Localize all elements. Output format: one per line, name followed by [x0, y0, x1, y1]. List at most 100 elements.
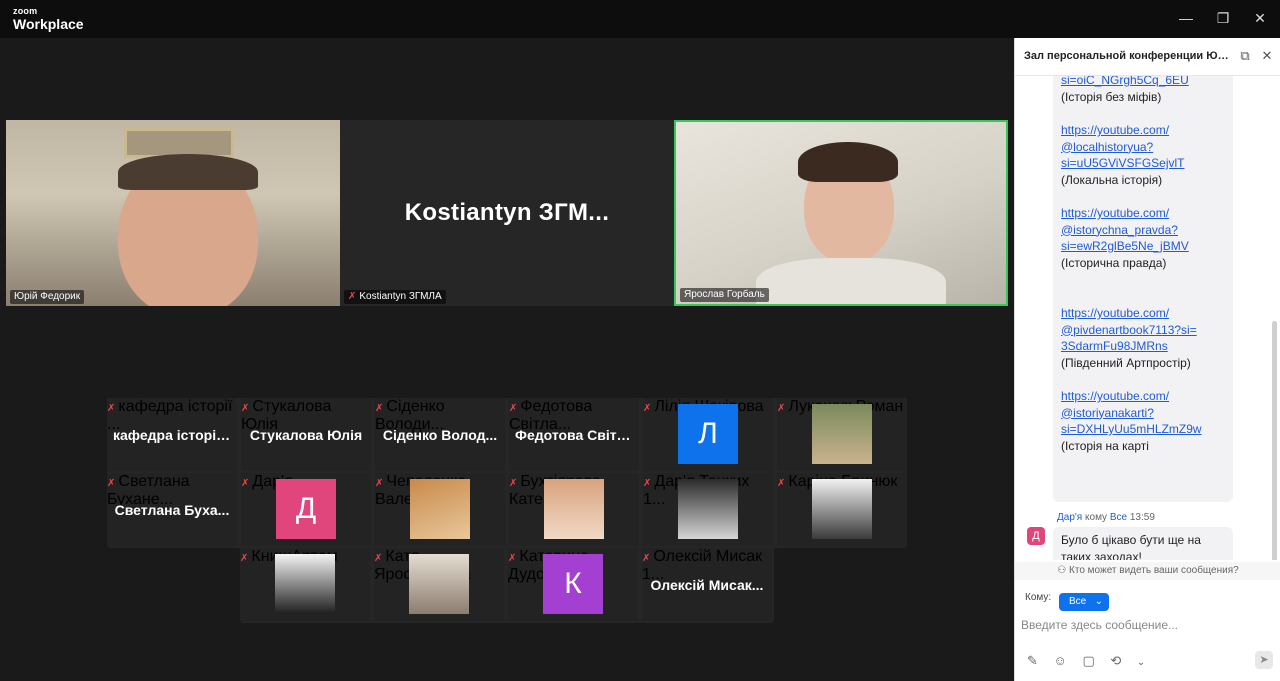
mic-muted-icon: ✗	[375, 403, 384, 414]
close-chat-icon[interactable]: ✕	[1259, 48, 1275, 64]
chat-link[interactable]: https://youtube.com/	[1061, 388, 1225, 405]
minimize-icon[interactable]: —	[1176, 8, 1196, 28]
chat-input[interactable]	[1021, 615, 1271, 635]
person-shirt	[756, 258, 946, 304]
screenshot-icon[interactable]: ⟲	[1110, 653, 1121, 668]
chat-link[interactable]: si=uU5GViVSFGSejvlT	[1061, 155, 1225, 172]
chat-text: (Південний Артпростір)	[1061, 355, 1191, 370]
person-hair	[798, 142, 898, 182]
gallery-grid: кафедра історії... ✗ кафедра історії ... …	[107, 398, 907, 548]
chat-link[interactable]: si=DXHLyUu5mHLZmZ9w	[1061, 421, 1225, 438]
mic-muted-icon: ✗	[374, 553, 383, 564]
participant-display-name: Олексій Мисак...	[650, 576, 764, 593]
message-to-text: кому	[1085, 512, 1108, 523]
emoji-icon[interactable]: ☺	[1054, 653, 1067, 668]
more-chevron-icon[interactable]: ⌄	[1137, 657, 1145, 668]
gallery-tile[interactable]: Стукалова Юлія ✗ Стукалова Юлія	[241, 398, 371, 471]
brand-big: Workplace	[13, 16, 84, 32]
avatar-photo	[544, 479, 604, 539]
mic-muted-icon: ✗	[509, 403, 518, 414]
gallery-tile[interactable]: Олексій Мисак... ✗ Олексій Мисак 1...	[642, 548, 772, 621]
person-hair	[118, 154, 258, 190]
chat-text: (Історія без міфів)	[1061, 89, 1162, 104]
gallery-tile[interactable]: ✗Лукашук Роман	[777, 398, 907, 471]
gallery-tile[interactable]: Л ✗Лілія Шакірова	[643, 398, 773, 471]
participant-name: Kostiantyn ЗГМЛА	[359, 291, 442, 302]
mic-muted-icon: ✗	[107, 403, 116, 414]
chat-header: Зал персональной конференции Юрі... ⧉ ✕	[1015, 38, 1280, 76]
mic-muted-icon: ✗	[375, 478, 384, 489]
gallery-tile[interactable]: Сіденко Волод... ✗ Сіденко Володи...	[375, 398, 505, 471]
recipient-dropdown[interactable]: Все ⌄	[1059, 593, 1109, 611]
participant-name: Ярослав Горбаль	[680, 288, 769, 302]
chat-link[interactable]: @pivdenartbook7113?si=	[1061, 322, 1225, 339]
mic-muted-icon: ✗	[107, 478, 116, 489]
chat-link[interactable]: @istorychna_pravda?	[1061, 222, 1225, 239]
gallery-tile[interactable]: ✗Дар'я Тонких 1...	[643, 473, 773, 546]
brand-small: zoom	[13, 6, 38, 16]
chat-link[interactable]: @localhistoryua?	[1061, 139, 1225, 156]
title-bar: zoom Workplace — ❐ ✕	[0, 0, 1280, 38]
to-label: Кому:	[1025, 592, 1052, 603]
who-can-see-link[interactable]: ⚇ Кто может видеть ваши сообщения?	[1015, 562, 1280, 580]
chat-link[interactable]: https://youtube.com/	[1061, 305, 1225, 322]
send-button[interactable]: ➤	[1255, 651, 1273, 669]
chat-scrollbar[interactable]	[1272, 321, 1277, 560]
avatar-photo	[812, 479, 872, 539]
chat-text: (Історія на карті	[1061, 438, 1149, 453]
avatar: Д	[1027, 527, 1045, 545]
gallery-tile[interactable]: ✗Бухтіярова Кате...	[509, 473, 639, 546]
avatar: Л	[678, 404, 738, 464]
mic-muted-icon: ✗	[643, 403, 652, 414]
gallery-tile[interactable]: ✗Каріна Бринюк	[777, 473, 907, 546]
mic-muted-icon: ✗	[643, 478, 652, 489]
chat-link[interactable]: @istoriyanakarti?	[1061, 405, 1225, 422]
file-icon[interactable]: ▢	[1082, 653, 1094, 668]
message-bubble: Було б цікаво бути ще на таких заходах!	[1053, 527, 1233, 560]
gallery-tile[interactable]: ✗КнишАртем	[240, 548, 370, 621]
participant-display-name: Стукалова Юлія	[249, 426, 363, 443]
gallery-tile[interactable]: К ✗Катерина Дудор...	[508, 548, 638, 621]
video-tile-speaker-2[interactable]: Kostiantyn ЗГМ... ✗ Kostiantyn ЗГМЛА	[340, 120, 674, 306]
message-sender[interactable]: Дар'я	[1057, 512, 1082, 523]
gallery-tile[interactable]: ✗Катя Ярославська	[374, 548, 504, 621]
close-window-icon[interactable]: ✕	[1250, 8, 1270, 28]
mic-muted-icon: ✗	[348, 291, 357, 302]
chat-link[interactable]: https://youtube.com/	[1061, 205, 1225, 222]
mic-muted-icon: ✗	[508, 553, 517, 564]
message-recipient[interactable]: Все	[1110, 512, 1127, 523]
chat-link[interactable]: si=ewR2glBe5Ne_jBMV	[1061, 238, 1225, 255]
participant-display-name: Kostiantyn ЗГМ...	[404, 199, 610, 226]
chat-messages[interactable]: si=oiC_NGrgh5Cq_6EU (Історія без міфів) …	[1015, 76, 1280, 560]
video-tile-speaker-3-active[interactable]: Ярослав Горбаль	[674, 120, 1008, 306]
avatar-photo	[812, 404, 872, 464]
gallery-tile[interactable]: Федотова Світл... ✗ Федотова Світла...	[509, 398, 639, 471]
gallery-tile[interactable]: кафедра історії... ✗ кафедра історії ...	[107, 398, 237, 471]
message-time: 13:59	[1129, 512, 1155, 523]
chat-panel: Зал персональной конференции Юрі... ⧉ ✕ …	[1014, 38, 1280, 681]
gallery-tile[interactable]: Светлана Буха... ✗ Светлана Бухане...	[107, 473, 237, 546]
participant-name: Юрій Федорик	[10, 290, 85, 304]
chat-link[interactable]: si=oiC_NGrgh5Cq_6EU	[1061, 76, 1225, 89]
mic-muted-icon: ✗	[509, 478, 518, 489]
message-meta: Дар'я кому Все 13:59	[1057, 512, 1155, 523]
popout-icon[interactable]: ⧉	[1237, 48, 1253, 64]
gallery-tile[interactable]: Д ✗ Дар'я	[241, 473, 371, 546]
restore-icon[interactable]: ❐	[1213, 8, 1233, 28]
chat-link[interactable]: https://youtube.com/	[1061, 122, 1225, 139]
avatar-photo	[409, 554, 469, 614]
chat-toolbar: ✎ ☺ ▢ ⟲ ⌄	[1027, 653, 1157, 671]
zoom-logo: zoom Workplace	[13, 6, 84, 32]
gallery-grid-row-3: ✗КнишАртем ✗Катя Ярославська К ✗Катерина…	[240, 548, 774, 623]
mic-muted-icon: ✗	[240, 553, 249, 564]
format-icon[interactable]: ✎	[1027, 653, 1038, 668]
chat-link[interactable]: 3SdarmFu98JMRns	[1061, 338, 1225, 355]
recipient-value: Все	[1069, 596, 1087, 607]
gallery-tile[interactable]: ✗Чепеленко Вале...	[375, 473, 505, 546]
chevron-down-icon: ⌄	[1094, 596, 1103, 607]
mic-muted-icon: ✗	[777, 478, 786, 489]
video-tile-speaker-1[interactable]: Юрій Федорик	[6, 120, 340, 306]
meeting-stage: Юрій Федорик Kostiantyn ЗГМ... ✗ Kostiant…	[0, 38, 1014, 681]
chat-title: Зал персональной конференции Юрі...	[1024, 50, 1234, 62]
mic-muted-icon: ✗	[241, 403, 250, 414]
